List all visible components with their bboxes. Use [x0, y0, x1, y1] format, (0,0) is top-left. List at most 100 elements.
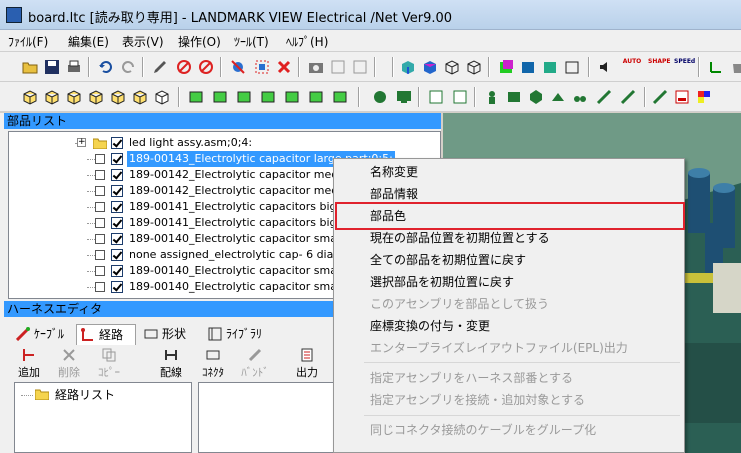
- rotate-free-icon[interactable]: [332, 89, 348, 105]
- visibility-checkbox[interactable]: [111, 201, 123, 213]
- menu-item-coordinate-transform[interactable]: 座標変換の付与・変更: [336, 315, 682, 337]
- tab-library[interactable]: ﾗｲﾌﾞﾗﾘ: [204, 324, 274, 345]
- save-icon[interactable]: [44, 59, 60, 75]
- section2-icon[interactable]: [452, 89, 468, 105]
- tool-icon[interactable]: [596, 89, 612, 105]
- add-button[interactable]: 追加: [10, 346, 48, 382]
- color-box-icon[interactable]: [498, 59, 514, 75]
- view-front-icon[interactable]: [22, 89, 38, 105]
- section-icon[interactable]: [428, 89, 444, 105]
- visibility-checkbox[interactable]: [111, 249, 123, 261]
- bucket-icon[interactable]: [730, 59, 741, 75]
- view-bottom-icon[interactable]: [88, 89, 104, 105]
- view-top-icon[interactable]: [66, 89, 82, 105]
- tab-shape[interactable]: 形状: [140, 324, 200, 345]
- select-icon[interactable]: [230, 59, 246, 75]
- part-icon: [95, 154, 105, 164]
- menu-item-group-cables[interactable]: 同じコネクタ接続のケーブルをグループ化: [336, 419, 682, 441]
- visibility-checkbox[interactable]: [111, 233, 123, 245]
- visibility-checkbox[interactable]: [111, 265, 123, 277]
- person-icon[interactable]: [484, 89, 500, 105]
- color-cube-icon[interactable]: [422, 59, 438, 75]
- band-button[interactable]: ﾊﾞﾝﾄﾞ: [236, 346, 274, 382]
- rotate-x2-icon[interactable]: [260, 89, 276, 105]
- output-button[interactable]: 出力: [288, 346, 326, 382]
- menu-file[interactable]: ﾌｧｲﾙ(F): [8, 33, 48, 50]
- hidden-line-cube-icon[interactable]: [466, 59, 482, 75]
- menu-item-set-initial-position[interactable]: 現在の部品位置を初期位置とする: [336, 227, 682, 249]
- rotate-x-icon[interactable]: [188, 89, 204, 105]
- shape-button[interactable]: SHAPE: [648, 58, 670, 65]
- menu-item-reset-all-parts[interactable]: 全ての部品を初期位置に戻す: [336, 249, 682, 271]
- layer2-icon[interactable]: [352, 59, 368, 75]
- layer-icon[interactable]: [330, 59, 346, 75]
- rotate-y-icon[interactable]: [212, 89, 228, 105]
- view-left-icon[interactable]: [110, 89, 126, 105]
- menu-item-reset-selected-parts[interactable]: 選択部品を初期位置に戻す: [336, 271, 682, 293]
- menu-item-part-color[interactable]: 部品色: [336, 205, 682, 227]
- delete-button[interactable]: 削除: [50, 346, 88, 382]
- screen-icon[interactable]: [396, 89, 412, 105]
- auto-button[interactable]: AUTO: [622, 58, 642, 65]
- menu-operation[interactable]: 操作(O): [178, 33, 221, 50]
- route-list[interactable]: 経路リスト: [14, 382, 192, 453]
- rotate-z-icon[interactable]: [236, 89, 252, 105]
- menu-help[interactable]: ﾍﾙﾌﾟ(H): [286, 33, 328, 50]
- menu-view[interactable]: 表示(V): [122, 33, 164, 50]
- tab-route[interactable]: 経路: [76, 324, 136, 345]
- open-folder-icon[interactable]: [22, 59, 38, 75]
- rotate-z2-icon[interactable]: [308, 89, 324, 105]
- library-icon: [208, 327, 222, 341]
- hide-icon[interactable]: [176, 59, 192, 75]
- view-iso-icon[interactable]: [154, 89, 170, 105]
- connector-button[interactable]: ｺﾈｸﾀ: [194, 346, 232, 382]
- tree-row-label: none assigned_electrolytic cap- 6 diapa: [129, 248, 348, 261]
- menu-item-epl-output[interactable]: エンタープライズレイアウトファイル(EPL)出力: [336, 337, 682, 359]
- visibility-checkbox[interactable]: [111, 169, 123, 181]
- menu-item-treat-as-part[interactable]: このアセンブリを部品として扱う: [336, 293, 682, 315]
- menu-item-harness-part-number[interactable]: 指定アセンブリをハーネス部番とする: [336, 367, 682, 389]
- expand-toggle-icon[interactable]: +: [77, 138, 86, 147]
- menu-edit[interactable]: 編集(E): [68, 33, 109, 50]
- pen-icon[interactable]: [152, 59, 168, 75]
- view-back-icon[interactable]: [44, 89, 60, 105]
- measure-icon[interactable]: [506, 89, 522, 105]
- tab-cable[interactable]: ｹｰﾌﾞﾙ: [12, 324, 74, 345]
- print-icon[interactable]: [66, 59, 82, 75]
- wire-cube-icon[interactable]: [444, 59, 460, 75]
- delete-icon[interactable]: [276, 59, 292, 75]
- menu-item-rename[interactable]: 名称変更: [336, 161, 682, 183]
- hide-all-icon[interactable]: [198, 59, 214, 75]
- copy-button[interactable]: ｺﾋﾟｰ: [90, 346, 128, 382]
- redo-icon[interactable]: [120, 59, 136, 75]
- speed-button[interactable]: SPEEd: [674, 58, 695, 65]
- menu-tools[interactable]: ﾂｰﾙ(T): [234, 33, 269, 50]
- undo-icon[interactable]: [98, 59, 114, 75]
- outline-box-icon[interactable]: [564, 59, 580, 75]
- group-icon[interactable]: [572, 89, 588, 105]
- flag-icon[interactable]: [674, 89, 690, 105]
- axis-icon[interactable]: [708, 59, 724, 75]
- speaker-icon[interactable]: [598, 59, 614, 75]
- tool2-icon[interactable]: [620, 89, 636, 105]
- walk-icon[interactable]: [372, 89, 388, 105]
- visibility-checkbox[interactable]: [111, 281, 123, 293]
- cutter-icon[interactable]: [550, 89, 566, 105]
- view-right-icon[interactable]: [132, 89, 148, 105]
- menu-item-connection-target[interactable]: 指定アセンブリを接続・追加対象とする: [336, 389, 682, 411]
- tree-row-assembly[interactable]: + led light assy.asm;0;4:: [9, 135, 429, 151]
- visibility-checkbox[interactable]: [111, 137, 123, 149]
- shaded-cube-icon[interactable]: [400, 59, 416, 75]
- color-box2-icon[interactable]: [520, 59, 536, 75]
- color-box3-icon[interactable]: [542, 59, 558, 75]
- palette-icon[interactable]: [696, 89, 712, 105]
- rotate-y2-icon[interactable]: [284, 89, 300, 105]
- visibility-checkbox[interactable]: [111, 153, 123, 165]
- wiring-button[interactable]: 配線: [152, 346, 190, 382]
- marker-icon[interactable]: [652, 89, 668, 105]
- visibility-checkbox[interactable]: [111, 217, 123, 229]
- camera-icon[interactable]: [308, 59, 324, 75]
- select-box-icon[interactable]: [254, 59, 270, 75]
- hexagon-icon[interactable]: [528, 89, 544, 105]
- visibility-checkbox[interactable]: [111, 185, 123, 197]
